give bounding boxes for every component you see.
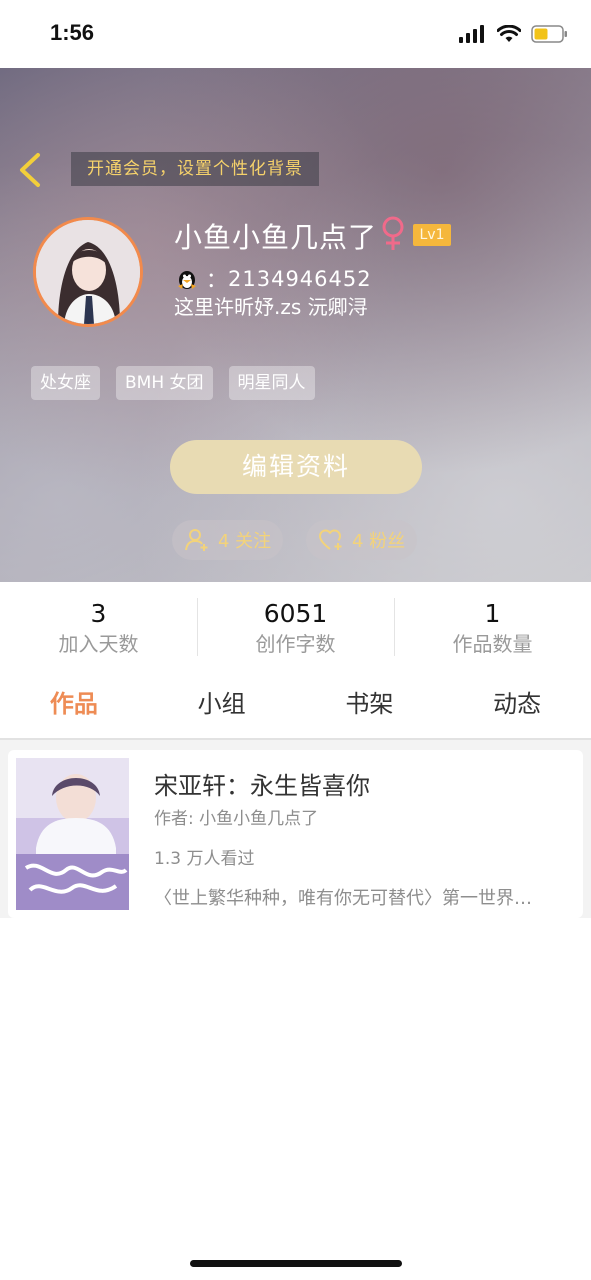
qq-prefix: ： <box>206 268 228 292</box>
stat-label: 创作字数 <box>255 632 336 656</box>
book-summary: 〈世上繁华种种，唯有你无可替代〉第一世界… <box>154 888 532 909</box>
stat-value: 3 <box>90 599 107 628</box>
qq-row: ： 2134946452 <box>174 264 372 294</box>
nickname: 小鱼小鱼几点了 <box>174 221 378 254</box>
tag-list: 处女座 BMH 女团 明星同人 <box>31 366 315 400</box>
qq-number: 2134946452 <box>228 267 372 291</box>
tab-works[interactable]: 作品 <box>0 676 148 734</box>
bio: 这里许昕妤.zs 沅卿浔 <box>174 295 368 319</box>
status-bar: 1:56 <box>0 0 591 68</box>
heart-plus-icon <box>319 529 342 550</box>
qq-penguin-icon <box>178 271 196 289</box>
back-arrow-icon[interactable] <box>16 152 46 188</box>
book-card[interactable]: 宋亚轩：永生皆喜你 作者: 小鱼小鱼几点了 1.3 万人看过 〈世上繁华种种，唯… <box>8 750 583 918</box>
follow-label: 4 关注 <box>218 531 272 552</box>
female-icon <box>382 216 404 250</box>
edit-profile-button[interactable]: 编辑资料 <box>170 440 422 494</box>
status-time: 1:56 <box>50 20 95 45</box>
vip-background-banner[interactable]: 开通会员，设置个性化背景 <box>71 152 319 186</box>
book-title: 宋亚轩：永生皆喜你 <box>154 772 370 800</box>
avatar[interactable] <box>33 217 143 327</box>
book-cover[interactable] <box>16 758 129 910</box>
stat-label: 作品数量 <box>452 632 533 656</box>
stat-work-count: 1 作品数量 <box>394 582 591 670</box>
profile-header: 开通会员，设置个性化背景 小鱼小鱼几点了 Lv1 ： 2134946452 这里… <box>0 68 591 582</box>
add-user-icon <box>185 529 208 551</box>
stat-label: 加入天数 <box>58 632 139 656</box>
follow-button[interactable]: 4 关注 <box>172 520 284 560</box>
tab-groups[interactable]: 小组 <box>148 676 296 734</box>
stat-value: 1 <box>484 599 501 628</box>
status-icons <box>459 24 569 44</box>
tab-activity[interactable]: 动态 <box>443 676 591 734</box>
home-indicator[interactable] <box>190 1260 402 1267</box>
works-list: 宋亚轩：永生皆喜你 作者: 小鱼小鱼几点了 1.3 万人看过 〈世上繁华种种，唯… <box>0 738 591 918</box>
level-badge: Lv1 <box>413 224 451 246</box>
tag-item[interactable]: BMH 女团 <box>116 366 213 400</box>
tag-item[interactable]: 明星同人 <box>228 366 315 400</box>
stats-row: 3 加入天数 6051 创作字数 1 作品数量 <box>0 582 591 670</box>
tag-item[interactable]: 处女座 <box>31 366 100 400</box>
stat-join-days: 3 加入天数 <box>0 582 197 670</box>
profile-tabs: 作品 小组 书架 动态 <box>0 676 591 734</box>
stat-word-count: 6051 创作字数 <box>197 582 394 670</box>
stat-value: 6051 <box>263 599 328 628</box>
book-views: 1.3 万人看过 <box>154 849 255 869</box>
fans-button[interactable]: 4 粉丝 <box>306 520 418 560</box>
tab-bookshelf[interactable]: 书架 <box>296 676 444 734</box>
fans-label: 4 粉丝 <box>352 531 406 552</box>
signal-icon <box>459 25 484 43</box>
book-author: 作者: 小鱼小鱼几点了 <box>154 809 319 829</box>
wifi-icon <box>497 25 521 42</box>
battery-icon <box>531 25 567 43</box>
